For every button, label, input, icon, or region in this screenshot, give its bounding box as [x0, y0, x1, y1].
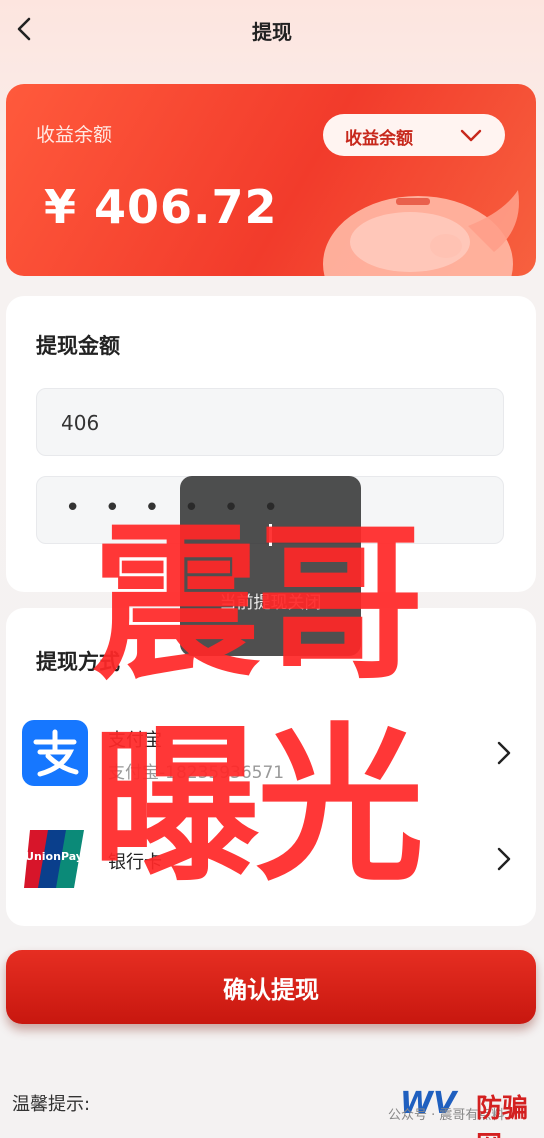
balance-card: 收益余额 ¥ 406.72 收益余额 — [6, 84, 536, 276]
header: 提现 — [0, 0, 544, 58]
tips-label: 温馨提示: — [12, 1094, 91, 1115]
page-title: 提现 — [252, 20, 292, 44]
watermark-brand: 防骗网 — [476, 1094, 529, 1138]
chevron-down-icon — [460, 129, 482, 142]
balance-amount: ¥ 406.72 — [44, 180, 278, 234]
watermark: WV 公众号 · 震哥有点料 防骗网 — [360, 1086, 544, 1138]
balance-label: 收益余额 — [36, 124, 113, 146]
amount-input-value: 406 — [61, 411, 100, 435]
overlay-stamp-line1: 震哥 — [92, 506, 424, 702]
amount-input[interactable]: 406 — [36, 388, 504, 456]
balance-type-label: 收益余额 — [345, 129, 413, 149]
balance-type-selector[interactable]: 收益余额 — [323, 114, 505, 156]
chevron-right-icon — [497, 741, 511, 765]
svg-text:UnionPay: UnionPay — [25, 850, 83, 863]
unionpay-icon: UnionPay — [24, 830, 84, 888]
overlay-stamp-line2: 曝光 — [92, 708, 424, 904]
alipay-icon — [22, 720, 88, 786]
chevron-right-icon — [497, 847, 511, 871]
piggy-bank-icon — [323, 190, 519, 276]
withdraw-amount-title: 提现金额 — [36, 334, 120, 358]
confirm-withdraw-button[interactable]: 确认提现 — [6, 950, 536, 1024]
